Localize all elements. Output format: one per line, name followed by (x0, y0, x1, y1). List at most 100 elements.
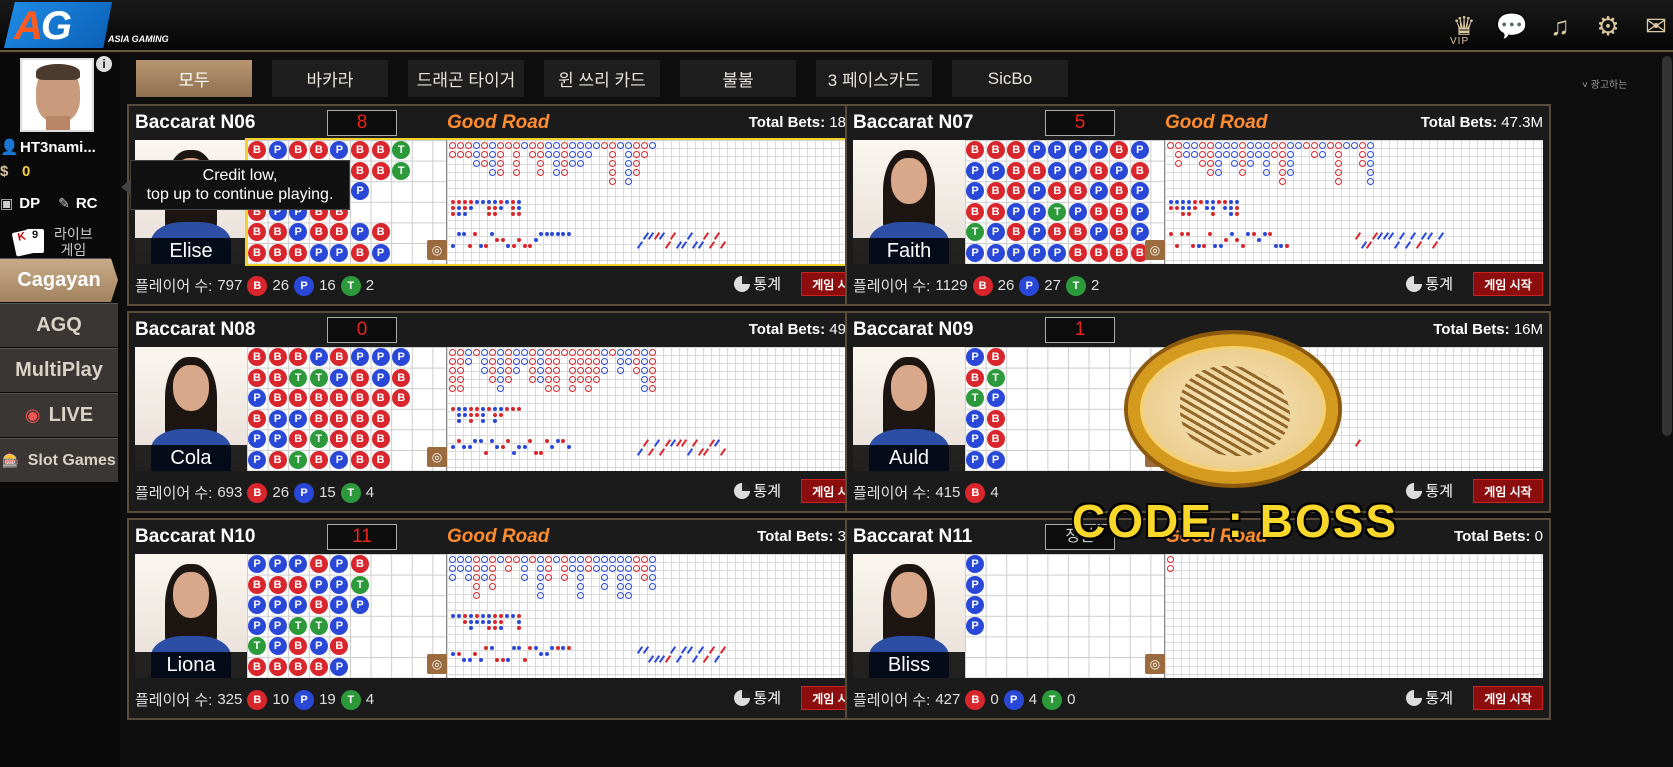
big-road-mark (481, 574, 488, 581)
bead-p: P (330, 616, 349, 635)
filter-tab-1[interactable]: 바카라 (272, 60, 388, 97)
bead-b: B (289, 637, 308, 656)
total-bets-label: Total Bets: (1433, 321, 1510, 338)
sidebar-item-agq[interactable]: AGQ (0, 303, 118, 347)
avatar[interactable] (20, 58, 94, 132)
bead-b: B (986, 348, 1005, 366)
chat-icon[interactable]: 💬 (1495, 9, 1529, 43)
bead-p: P (986, 223, 1005, 242)
filter-tab-0[interactable]: 모두 (136, 60, 252, 97)
round-countdown: 0 (327, 317, 397, 343)
big-road-mark (625, 574, 632, 581)
bead-b: B (309, 409, 328, 428)
table-name[interactable]: Baccarat N08 (135, 319, 255, 341)
filter-tab-4[interactable]: 불불 (680, 60, 796, 97)
start-game-button[interactable]: 게임 시작 (1473, 479, 1543, 503)
cockroach-road-mark (1409, 232, 1417, 240)
dealer-photo[interactable]: Bliss (853, 554, 965, 678)
music-icon[interactable]: ♫ (1543, 9, 1577, 43)
filter-tab-6[interactable]: SicBo (952, 60, 1068, 97)
eye-road-mark (1268, 232, 1272, 236)
stats-button[interactable]: 통계 (1406, 480, 1453, 501)
small-road-mark (505, 200, 509, 204)
message-icon[interactable]: ✉ (1639, 9, 1673, 43)
big-road-mark (1175, 160, 1182, 167)
eye-road-mark (495, 445, 499, 449)
dealer-photo[interactable]: Auld (853, 347, 965, 471)
bead-p: P (1027, 182, 1046, 201)
scoreboard-road[interactable]: P P P B P B B B B P P T P P P B P P P P T T P T P B P B B B B B P ◎ (247, 554, 875, 678)
filter-tab-5[interactable]: 3 페이스카드 (816, 60, 932, 97)
bead-b: B (1110, 244, 1129, 262)
small-road-mark (493, 206, 497, 210)
big-road-mark (489, 367, 496, 374)
big-road-mark (561, 574, 568, 581)
dealer-photo[interactable]: Faith (853, 140, 965, 264)
sidebar-item-cagayan[interactable]: Cagayan (0, 258, 118, 302)
sidebar-item-slot-games[interactable]: 🎰 Slot Games (0, 438, 118, 482)
big-road-mark (593, 358, 600, 365)
road-toggle-icon[interactable]: ◎ (427, 654, 447, 674)
big-road-mark (625, 178, 632, 185)
road-toggle-icon[interactable]: ◎ (427, 240, 447, 260)
table-footer: 플레이어 수: 797 B 26 P 16 T 2 통계 게임 시작 (129, 266, 877, 304)
bead-t: T (986, 368, 1005, 387)
big-road-mark (521, 565, 528, 572)
cockroach-road-mark (669, 646, 677, 654)
road-toggle-icon[interactable]: ◎ (1145, 654, 1165, 674)
start-game-button[interactable]: 게임 시작 (1473, 272, 1543, 296)
scoreboard-road[interactable]: P P P P ◎ (965, 554, 1543, 678)
big-road-mark (1255, 142, 1262, 149)
stats-button[interactable]: 통계 (1406, 687, 1453, 708)
sort-dropdown[interactable]: ˅ 광고하는 (1582, 76, 1627, 91)
big-road-mark (1239, 151, 1246, 158)
sidebar-item-multiplay[interactable]: MultiPlay (0, 348, 118, 392)
small-road-mark (463, 200, 467, 204)
vip-icon[interactable]: ♛ VIP (1447, 9, 1481, 48)
big-road-mark (569, 367, 576, 374)
table-name[interactable]: Baccarat N06 (135, 112, 255, 134)
bead-b: B (268, 348, 287, 366)
dealer-photo[interactable]: Liona (135, 554, 247, 678)
table-name[interactable]: Baccarat N07 (853, 112, 973, 134)
dealer-photo[interactable]: Cola (135, 347, 247, 471)
stats-button[interactable]: 통계 (1406, 273, 1453, 294)
bead-p: P (330, 596, 349, 615)
small-road-mark (1169, 206, 1173, 210)
stats-button[interactable]: 통계 (734, 273, 781, 294)
dp-button[interactable]: DP (19, 195, 40, 212)
game-table: Baccarat N11 정산 Good Road Total Bets: 0 Blis… (845, 518, 1551, 720)
stats-label: 통계 (753, 483, 781, 500)
start-game-button[interactable]: 게임 시작 (1473, 686, 1543, 710)
stats-button[interactable]: 통계 (734, 480, 781, 501)
filter-tab-3[interactable]: 윈 쓰리 카드 (544, 60, 660, 97)
table-name[interactable]: Baccarat N11 (853, 526, 972, 548)
live-game-button[interactable]: K 9 라이브 게임 (11, 222, 93, 262)
small-road-mark (463, 620, 467, 624)
eye-road-mark (473, 232, 477, 236)
bead-p: P (289, 555, 308, 573)
bead-p: P (986, 244, 1005, 262)
gear-icon[interactable]: ⚙ (1591, 9, 1625, 43)
big-road-mark (609, 556, 616, 563)
info-icon[interactable]: i (96, 56, 112, 72)
filter-tab-2[interactable]: 드래곤 타이거 (408, 60, 524, 97)
sidebar-item-live[interactable]: ◉ LIVE (0, 393, 118, 437)
p-count-icon: P (1003, 689, 1024, 710)
round-countdown: 1 (1045, 317, 1115, 343)
rc-button[interactable]: RC (76, 195, 98, 212)
bead-b: B (371, 161, 390, 180)
bead-b: B (330, 348, 349, 366)
road-toggle-icon[interactable]: ◎ (1145, 240, 1165, 260)
small-road-mark (463, 413, 467, 417)
scoreboard-road[interactable]: BBBPPPPBPPPBBPPBPBPBBPBBPBPBBPPTPBBPTPBP… (965, 140, 1543, 264)
big-road-mark (1319, 142, 1326, 149)
small-road-mark (481, 407, 485, 411)
table-name[interactable]: Baccarat N10 (135, 526, 255, 548)
table-name[interactable]: Baccarat N09 (853, 319, 973, 341)
stats-button[interactable]: 통계 (734, 687, 781, 708)
road-toggle-icon[interactable]: ◎ (427, 447, 447, 467)
scrollbar[interactable] (1662, 56, 1672, 436)
scoreboard-road[interactable]: BBBPBPPPBBTTPBPBPBBBBBBBBPPBBBBPPBTBBBPB… (247, 347, 875, 471)
big-road-mark (449, 358, 456, 365)
